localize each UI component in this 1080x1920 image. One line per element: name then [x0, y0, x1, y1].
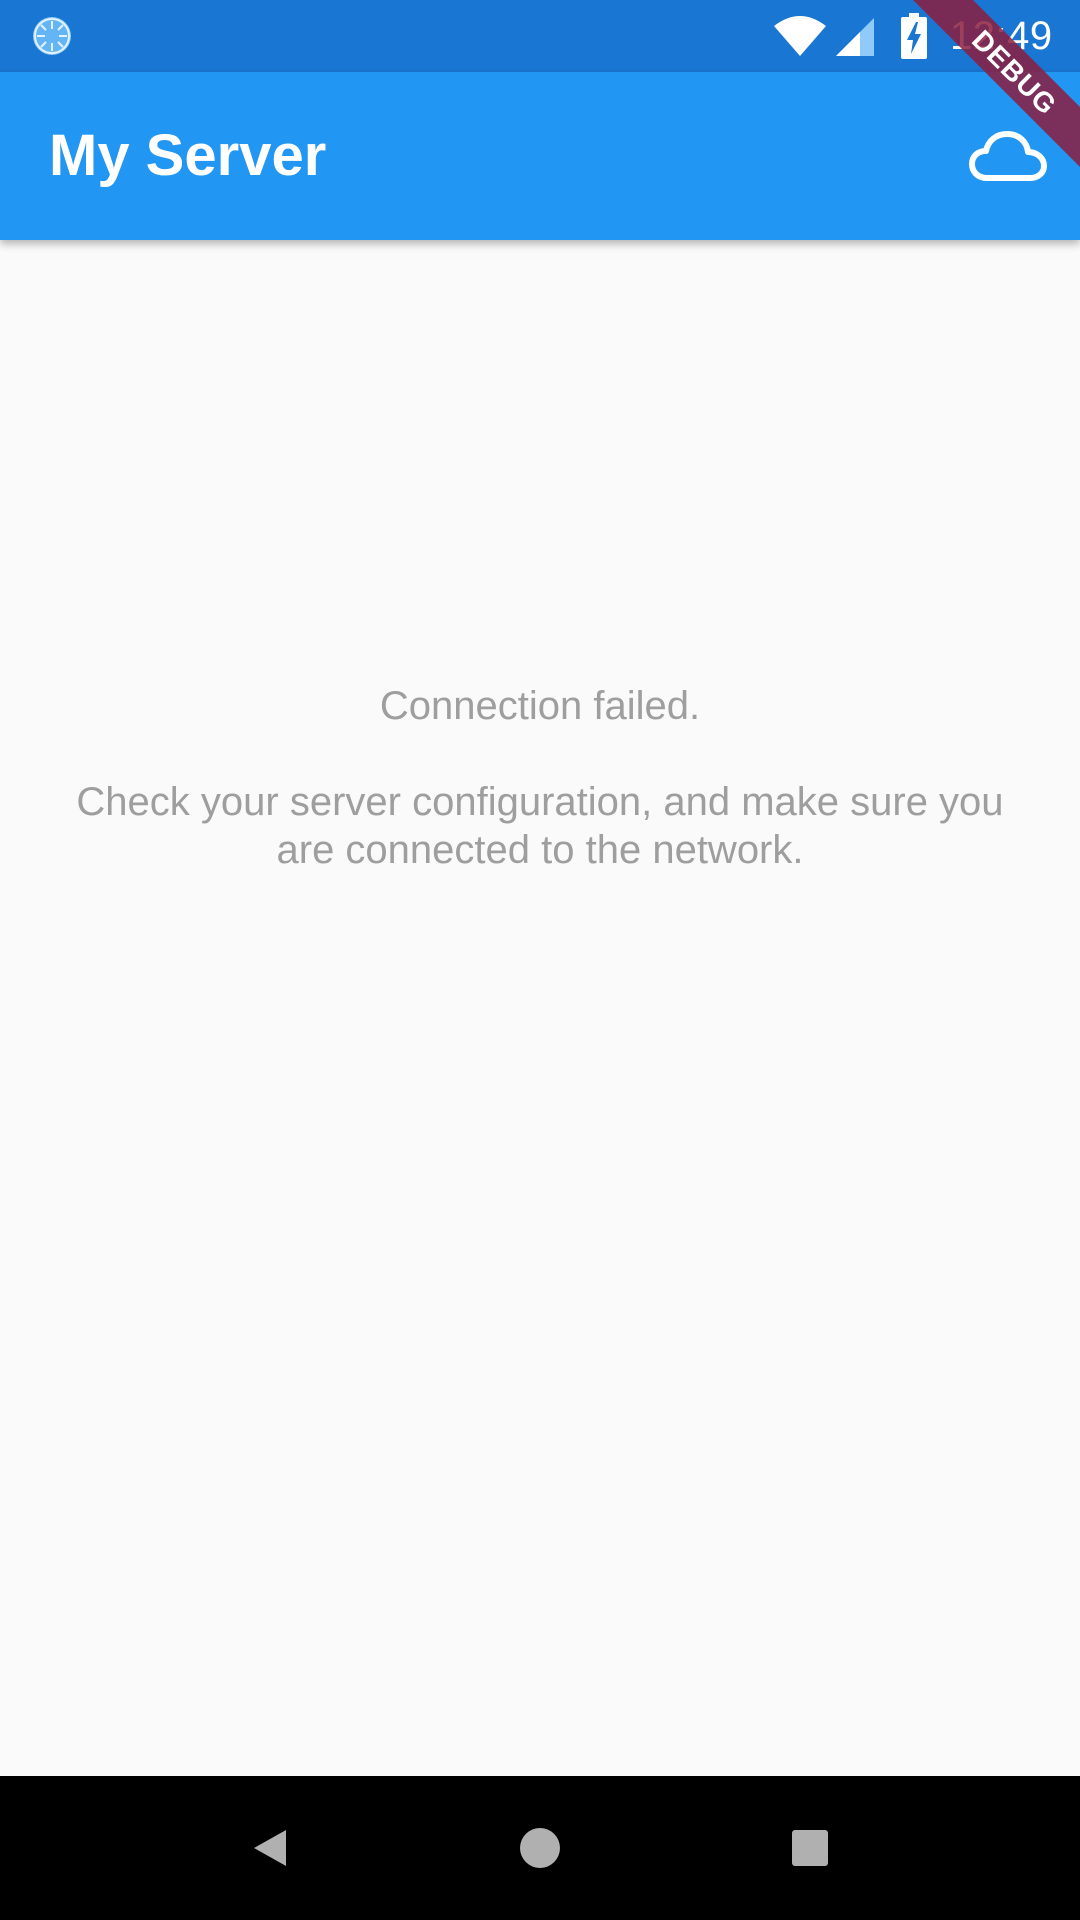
error-title: Connection failed.: [379, 684, 701, 728]
home-icon: [520, 1828, 560, 1868]
back-button[interactable]: [234, 1812, 306, 1884]
cloud-icon: [969, 131, 1047, 181]
error-detail: Check your server configuration, and mak…: [76, 780, 1004, 872]
app-screen: 12:49 My Server Connection failed. Check…: [0, 0, 1080, 1920]
back-icon: [254, 1830, 286, 1866]
recents-icon: [792, 1830, 828, 1866]
navigation-bar: [0, 1776, 1080, 1920]
signal-icon: [836, 18, 874, 56]
app-spinner-icon: [33, 17, 71, 55]
home-button[interactable]: [504, 1812, 576, 1884]
cloud-button[interactable]: [960, 118, 1056, 194]
page-title: My Server: [49, 123, 327, 188]
app-bar: My Server: [0, 72, 1080, 240]
status-time: 12:49: [950, 14, 1053, 58]
status-bar: 12:49: [0, 0, 1080, 72]
wifi-icon: [774, 16, 826, 56]
main-content: Connection failed. Check your server con…: [0, 240, 1080, 1776]
battery-charging-icon: [901, 13, 927, 59]
recents-button[interactable]: [774, 1812, 846, 1884]
